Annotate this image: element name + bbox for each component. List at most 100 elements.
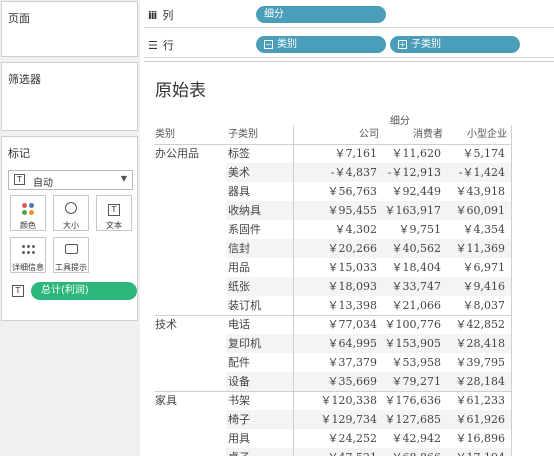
value-cell: ￥163,917 [384, 204, 442, 217]
marks-title: 标记 [8, 147, 30, 160]
table-right-edge [511, 125, 512, 456]
value-cell: ￥7,161 [334, 147, 378, 160]
value-cell: ￥42,942 [391, 432, 442, 445]
value-cell: ￥127,685 [384, 413, 442, 426]
subcategory-label: 书架 [228, 394, 250, 407]
sheet-title: 原始表 [155, 81, 206, 101]
subcategory-label: 用具 [228, 432, 250, 445]
category-label: 家具 [155, 394, 177, 407]
subcategory-label: 系固件 [228, 223, 261, 236]
detail-dots-icon [21, 244, 35, 256]
value-cell: ￥79,271 [391, 375, 442, 388]
text-label: 文本 [106, 221, 122, 230]
columns-shelf[interactable]: iii 列 细分 [144, 1, 554, 28]
pages-title: 页面 [8, 12, 30, 25]
column-header: 小型企业 [467, 129, 507, 140]
value-cell: ￥56,763 [327, 185, 378, 198]
value-cell: ￥6,971 [462, 261, 506, 274]
rows-icon: ☰ [148, 39, 158, 52]
column-header: 消费者 [413, 129, 443, 140]
value-cell: -￥1,424 [458, 166, 505, 179]
value-cell: ￥15,033 [327, 261, 378, 274]
value-cell: ￥8,037 [462, 299, 506, 312]
subcategory-label: 桌子 [228, 448, 294, 456]
value-cell: ￥13,398 [327, 299, 378, 312]
value-cell: ￥153,905 [384, 337, 442, 350]
color-button[interactable]: 颜色 [10, 195, 46, 231]
value-cell: ￥20,266 [327, 242, 378, 255]
text-icon: T [108, 204, 120, 216]
value-cell: ￥92,449 [391, 185, 442, 198]
size-label: 大小 [63, 221, 79, 230]
segment-pill[interactable]: 细分 [256, 6, 386, 23]
value-cell: ￥21,066 [391, 299, 442, 312]
value-cell: ￥28,418 [455, 337, 506, 350]
subcategory-label: 电话 [228, 318, 250, 331]
marks-card: 标记 T 自动 ▼ 颜色 大小 T 文本 详细信息 工具提示 T 总计(利润) [1, 136, 138, 321]
detail-button[interactable]: 详细信息 [10, 237, 46, 273]
value-cell: ￥61,926 [455, 413, 506, 426]
value-cell: ￥77,034 [327, 318, 378, 331]
size-button[interactable]: 大小 [53, 195, 89, 231]
value-cell: ￥61,233 [455, 394, 506, 407]
subcategory-label: 配件 [228, 356, 250, 369]
value-cell: -￥68,866 [379, 448, 441, 456]
value-cell: ￥18,404 [391, 261, 442, 274]
value-cell: ￥4,354 [462, 223, 506, 236]
value-cell: ￥16,896 [455, 432, 506, 445]
subcategory-label: 装订机 [228, 299, 261, 312]
value-cell: ￥43,918 [455, 185, 506, 198]
column-header: 类别 [155, 129, 175, 140]
value-cell: -￥12,913 [387, 166, 441, 179]
text-button[interactable]: T 文本 [96, 195, 132, 231]
collapse-icon: − [264, 40, 273, 49]
value-cell: ￥120,338 [320, 394, 378, 407]
columns-icon: iii [148, 9, 157, 22]
subcategory-label: 复印机 [228, 337, 261, 350]
rows-shelf[interactable]: ☰ 行 − 类别 + 子类别 [144, 31, 554, 58]
profit-sum-pill[interactable]: 总计(利润) [31, 282, 137, 300]
value-cell: ￥129,734 [320, 413, 378, 426]
value-cell: ￥176,636 [384, 394, 442, 407]
subcategory-label: 椅子 [228, 413, 250, 426]
value-cell: ￥60,091 [455, 204, 506, 217]
value-cell: ￥5,174 [462, 147, 506, 160]
tooltip-bubble-icon [64, 244, 78, 254]
mark-type-dropdown[interactable]: T 自动 ▼ [8, 170, 133, 190]
text-mark-icon: T [14, 174, 25, 185]
value-cell: ￥53,958 [391, 356, 442, 369]
subcategory-label: 标签 [228, 147, 250, 160]
category-pill[interactable]: − 类别 [256, 36, 386, 53]
tooltip-label: 工具提示 [55, 263, 87, 272]
color-dots-icon [21, 202, 35, 216]
value-cell: ￥42,852 [455, 318, 506, 331]
size-icon [65, 202, 77, 214]
subcategory-label: 设备 [228, 375, 250, 388]
value-cell: ￥37,379 [327, 356, 378, 369]
subcategory-pill[interactable]: + 子类别 [390, 36, 520, 53]
value-cell: ￥9,751 [398, 223, 442, 236]
measure-row: T 总计(利润) [8, 282, 137, 300]
value-cell: -￥17,194 [445, 448, 505, 456]
columns-shelf-label: iii 列 [148, 9, 174, 22]
column-header: 子类别 [228, 129, 258, 140]
subcategory-label: 器具 [228, 185, 250, 198]
value-cell: ￥33,747 [391, 280, 442, 293]
subcategory-label: 信封 [228, 242, 250, 255]
subcategory-label: 美术 [228, 166, 250, 179]
tooltip-button[interactable]: 工具提示 [53, 237, 89, 273]
value-cell: -￥4,837 [330, 166, 377, 179]
filters-card[interactable]: 筛选器 [1, 62, 138, 131]
value-cell: ￥24,252 [327, 432, 378, 445]
mark-type-label: 自动 [33, 178, 53, 189]
value-cell: ￥28,184 [455, 375, 506, 388]
value-cell: -￥47,521 [307, 448, 377, 456]
pages-card[interactable]: 页面 [1, 1, 138, 57]
value-cell: ￥39,795 [455, 356, 506, 369]
column-header: 公司 [359, 129, 379, 140]
subcategory-label: 收纳具 [228, 204, 261, 217]
rows-shelf-label: ☰ 行 [148, 39, 174, 52]
value-cell: ￥64,995 [327, 337, 378, 350]
value-cell: ￥9,416 [462, 280, 506, 293]
detail-label: 详细信息 [12, 263, 44, 272]
